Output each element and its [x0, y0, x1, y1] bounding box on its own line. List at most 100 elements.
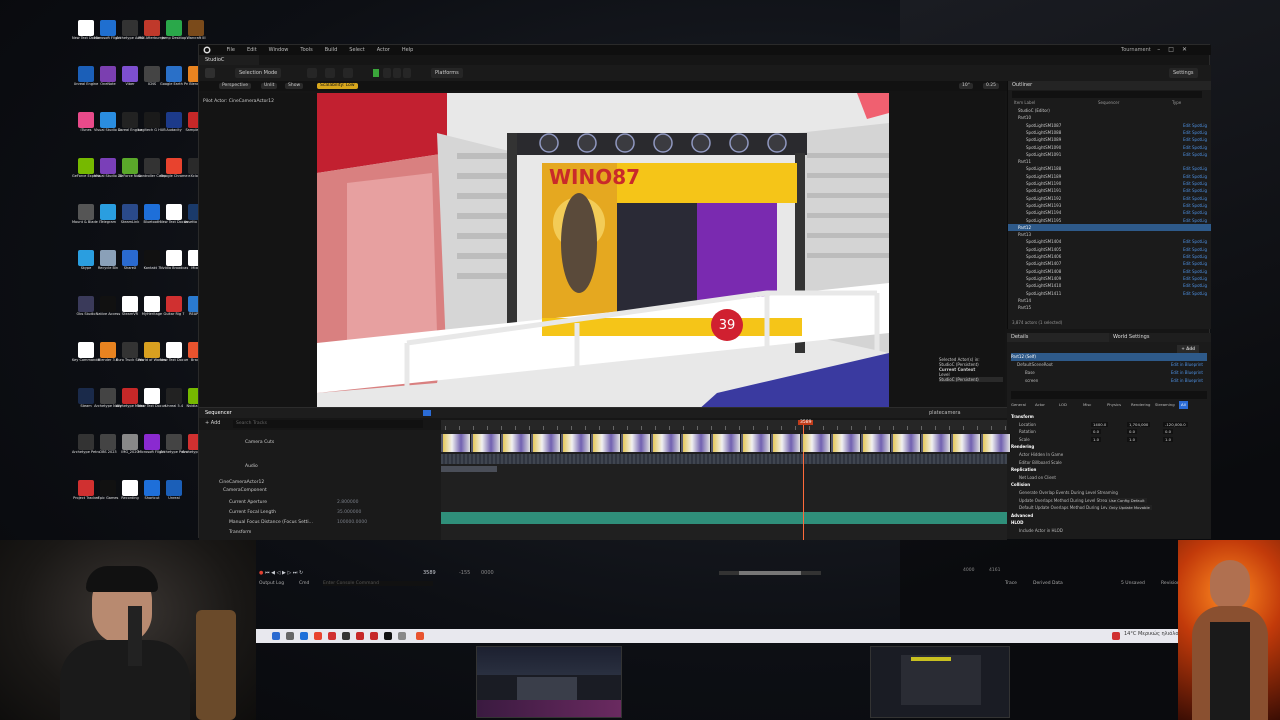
time-ruler[interactable] — [441, 420, 1007, 430]
edit-link[interactable]: Edit SpotLig — [1183, 209, 1207, 216]
details-tab[interactable]: Details — [1007, 333, 1109, 342]
sequencer-track[interactable]: CameraComponent — [205, 486, 435, 496]
sequencer-track[interactable]: Manual Focus Distance (Focus Setti... 100… — [205, 518, 435, 528]
menu-select[interactable]: Select — [349, 47, 364, 53]
filter-chip[interactable]: Streaming — [1155, 401, 1175, 409]
outliner-row[interactable]: SpotLightSM1408 Edit SpotLig — [1008, 268, 1211, 275]
eject-icon[interactable] — [403, 68, 411, 78]
edit-link[interactable]: Edit SpotLig — [1183, 165, 1207, 172]
camera-cut-thumbnail[interactable] — [803, 434, 831, 452]
camera-cut-thumbnail[interactable] — [563, 434, 591, 452]
overlap-method-dropdown[interactable]: Use Config Default — [1107, 497, 1147, 503]
camera-cut-thumbnail[interactable] — [443, 434, 471, 452]
camera-cut-thumbnail[interactable] — [533, 434, 561, 452]
outliner-row[interactable]: Part13 — [1008, 231, 1211, 238]
camera-cut-thumbnail[interactable] — [893, 434, 921, 452]
app-icon-red[interactable] — [328, 632, 336, 640]
sequencer-add-button[interactable]: + Add — [205, 420, 220, 426]
unsaved-button[interactable]: 5 Unsaved — [1121, 581, 1145, 586]
transform-track-bar[interactable] — [441, 512, 1007, 524]
step-forward-icon[interactable]: ▷ — [287, 570, 291, 576]
stop-icon[interactable] — [393, 68, 401, 78]
menu-window[interactable]: Window — [269, 47, 289, 53]
details-sub-screen[interactable]: screen Edit in Blueprint — [1011, 377, 1207, 385]
track-value[interactable]: 35.000000 — [337, 508, 361, 518]
edit-link[interactable]: Edit SpotLig — [1183, 151, 1207, 158]
edit-link[interactable]: Edit SpotLig — [1183, 260, 1207, 267]
filter-chip[interactable]: LOD — [1059, 401, 1067, 409]
record-icon[interactable]: ● — [259, 570, 263, 576]
sequencer-track[interactable]: Audio — [205, 462, 435, 472]
edit-link[interactable]: Edit SpotLig — [1183, 173, 1207, 180]
sequencer-lock-icon[interactable] — [423, 410, 431, 416]
audio-waveform[interactable] — [441, 454, 1007, 464]
edit-link[interactable]: Edit SpotLig — [1183, 122, 1207, 129]
outliner-row[interactable]: SpotLightSM1087 Edit SpotLig — [1008, 122, 1211, 129]
save-icon[interactable] — [205, 68, 215, 78]
details-property[interactable]: Include Actor in HLOD — [1011, 527, 1207, 535]
range-end[interactable]: 4000 — [963, 568, 974, 573]
outliner-row[interactable]: SpotLightSM1091 Edit SpotLig — [1008, 151, 1211, 158]
transform-value-field[interactable]: 1.0 — [1091, 436, 1102, 442]
transform-value-field[interactable]: 1.0 — [1163, 436, 1174, 442]
timeline-area[interactable]: 3589 — [441, 420, 1011, 540]
outliner-row[interactable]: SpotLightSM1188 Edit SpotLig — [1008, 165, 1211, 172]
level-tab[interactable]: StudioC — [199, 55, 259, 65]
camera-cut-thumbnail[interactable] — [713, 434, 741, 452]
transform-value-field[interactable]: 1400.0 — [1091, 421, 1109, 427]
sequencer-track[interactable]: Camera Cuts — [205, 438, 435, 448]
camera-binding-bar[interactable] — [441, 466, 497, 472]
notification-icon[interactable] — [1112, 632, 1120, 640]
world-settings-tab[interactable]: World Settings — [1109, 333, 1211, 342]
outliner-row[interactable]: SpotLightSM1410 Edit SpotLig — [1008, 282, 1211, 289]
desktop-icon[interactable]: Unreal — [160, 478, 188, 508]
outliner-row[interactable]: SpotLightSM1090 Edit SpotLig — [1008, 144, 1211, 151]
output-log-tab[interactable]: Output Log — [259, 581, 284, 586]
transform-value-field[interactable]: 1,704,000 — [1127, 421, 1151, 427]
edit-link[interactable]: Edit SpotLig — [1183, 195, 1207, 202]
camera-cut-thumbnail[interactable] — [743, 434, 771, 452]
camera-cut-thumbnail[interactable] — [503, 434, 531, 452]
col-type[interactable]: Type — [1172, 99, 1181, 106]
camera-cut-thumbnail[interactable] — [953, 434, 981, 452]
outliner-row[interactable]: StudioC (Editor) — [1008, 107, 1211, 114]
camera-cut-thumbnail[interactable] — [773, 434, 801, 452]
menu-edit[interactable]: Edit — [247, 47, 257, 53]
outliner-row[interactable]: Part10 — [1008, 114, 1211, 121]
outliner-row[interactable]: SpotLightSM1088 Edit SpotLig — [1008, 129, 1211, 136]
range-start[interactable]: -155 — [459, 567, 470, 579]
outliner-row[interactable]: SpotLightSM1407 Edit SpotLig — [1008, 260, 1211, 267]
edit-link[interactable]: Edit SpotLig — [1183, 290, 1207, 297]
edit-link[interactable]: Edit SpotLig — [1183, 144, 1207, 151]
sequencer-track[interactable]: Current Aperture 2.800000 — [205, 498, 435, 508]
skip-forward-icon[interactable]: ⏭ — [293, 570, 298, 576]
outliner-row[interactable]: SpotLightSM1190 Edit SpotLig — [1008, 180, 1211, 187]
outliner-row[interactable]: SpotLightSM1089 Edit SpotLig — [1008, 136, 1211, 143]
camera-cut-thumbnail[interactable] — [863, 434, 891, 452]
transform-value-field[interactable]: -120,000.0 — [1163, 421, 1188, 427]
cinematics-icon[interactable] — [343, 68, 353, 78]
window-controls[interactable]: –□✕ — [1157, 45, 1195, 55]
outliner-row[interactable]: Part11 — [1008, 158, 1211, 165]
settings-button[interactable]: Settings — [1169, 68, 1198, 78]
filter-chip[interactable]: Actor — [1035, 401, 1045, 409]
explorer-icon[interactable] — [300, 632, 308, 640]
obs-icon[interactable] — [342, 632, 350, 640]
camera-cut-thumbnail[interactable] — [473, 434, 501, 452]
filter-chip[interactable]: Physics — [1107, 401, 1121, 409]
level-viewport[interactable]: 39 WINO87 — [317, 93, 889, 411]
outliner-row[interactable]: SpotLightSM1406 Edit SpotLig — [1008, 253, 1211, 260]
outliner-row[interactable]: SpotLightSM1411 Edit SpotLig — [1008, 290, 1211, 297]
filter-chip[interactable]: Rendering — [1131, 401, 1150, 409]
menu-file[interactable]: File — [227, 47, 235, 53]
camera-cut-thumbnail[interactable] — [833, 434, 861, 452]
col-item-label[interactable]: Item Label — [1014, 100, 1035, 105]
transform-value-field[interactable]: 1.0 — [1127, 436, 1138, 442]
outliner-tab[interactable]: Outliner — [1008, 81, 1211, 90]
track-value[interactable]: 2.800000 — [337, 498, 358, 508]
outliner-row[interactable]: SpotLightSM1405 Edit SpotLig — [1008, 246, 1211, 253]
menu-build[interactable]: Build — [325, 47, 338, 53]
app-icon-grey[interactable] — [398, 632, 406, 640]
camera-cut-thumbnail[interactable] — [683, 434, 711, 452]
filter-chip[interactable]: General — [1011, 401, 1026, 409]
